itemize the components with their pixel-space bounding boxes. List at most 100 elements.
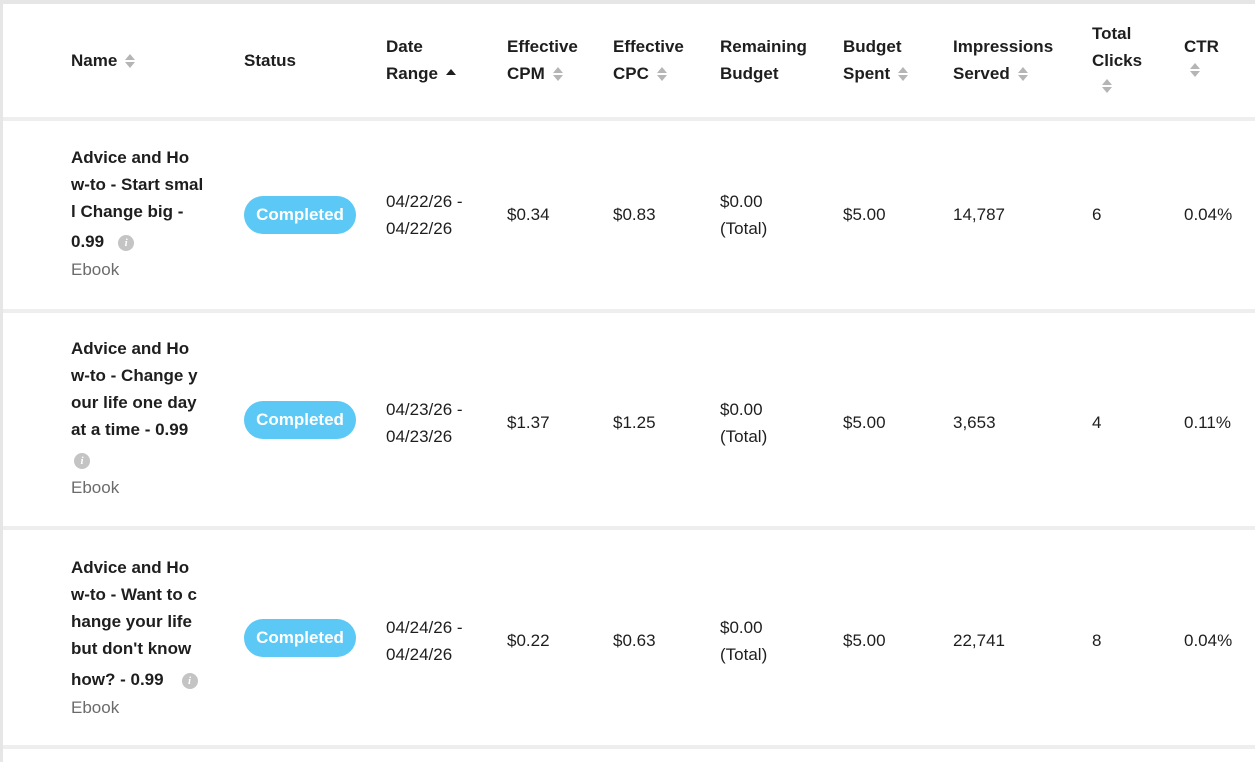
budget-spent-value: $5.00 [843,205,886,224]
column-header-remaining-budget: Remaining Budget [720,33,807,87]
column-header-ctr[interactable]: CTR [1184,33,1219,78]
column-header-impressions-served-label: Served [953,64,1010,83]
campaign-name-line: at a time - 0.99 [71,420,189,439]
total-clicks-value: 4 [1092,413,1102,432]
sort-icon[interactable] [125,53,136,69]
total-clicks-value: 8 [1092,631,1102,650]
date-range: 04/22/26 - 04/22/26 [386,188,463,242]
total-clicks-value: 6 [1092,205,1102,224]
column-header-effective-cpc-label: Effective [613,37,684,56]
effective-cpm-value: $1.37 [507,413,550,432]
ctr-value: 0.04% [1184,631,1233,650]
remaining-budget-amount: $0.00 [720,618,763,637]
column-header-date-range-label: Range [386,64,438,83]
column-header-status: Status [244,47,296,74]
campaign-name-line: Advice and Ho [71,558,190,577]
column-header-total-clicks-label: Clicks [1092,51,1143,70]
campaign-format: Ebook [71,698,120,717]
column-header-effective-cpm[interactable]: Effective CPM [507,33,578,87]
column-header-status-label: Status [244,51,296,70]
campaign-name-line: hange your life [71,612,192,631]
campaign-name: Advice and Ho w-to - Start smal l Change… [71,144,221,283]
campaign-name-line: but don't know [71,639,192,658]
table-row: Advice and Ho w-to - Start smal l Change… [3,121,1255,309]
column-header-budget-spent[interactable]: Budget Spent [843,33,909,87]
date-end: 04/22/26 [386,219,453,238]
column-header-effective-cpm-label: Effective [507,37,578,56]
column-header-budget-spent-label: Spent [843,64,891,83]
table-header: Name Status Date Range Effective CPM Eff… [3,4,1255,117]
column-header-date-range-label: Date [386,37,423,56]
column-header-remaining-budget-label: Remaining [720,37,807,56]
status-badge: Completed [244,196,356,234]
remaining-budget-note: (Total) [720,219,768,238]
date-end: 04/23/26 [386,427,453,446]
campaign-name-line: 0.99 [71,232,105,251]
campaign-name-line: w-to - Change y [71,366,198,385]
sort-icon[interactable] [1017,66,1028,82]
ctr-value: 0.11% [1184,413,1231,432]
campaign-format: Ebook [71,260,120,279]
date-range: 04/24/26 - 04/24/26 [386,614,463,668]
row-divider [3,745,1255,749]
info-icon[interactable]: i [74,453,90,469]
campaign-name-line: Advice and Ho [71,339,190,358]
date-range: 04/23/26 - 04/23/26 [386,396,463,450]
campaign-name-line: Advice and Ho [71,148,190,167]
campaign-name-line: our life one day [71,393,197,412]
column-header-effective-cpm-label: CPM [507,64,545,83]
sort-icon[interactable] [1190,62,1200,78]
budget-spent-value: $5.00 [843,631,886,650]
remaining-budget: $0.00 (Total) [720,188,767,242]
sort-ascending-icon[interactable] [445,65,456,81]
budget-spent-value: $5.00 [843,413,886,432]
effective-cpc-value: $0.83 [613,205,656,224]
info-icon[interactable]: i [181,673,198,689]
remaining-budget-note: (Total) [720,645,768,664]
sort-icon[interactable] [898,66,909,82]
column-header-total-clicks-label: Total [1092,24,1132,43]
column-header-impressions-served-label: Impressions [953,37,1054,56]
column-header-impressions-served[interactable]: Impressions Served [953,33,1053,87]
impressions-value: 22,741 [953,631,1005,650]
effective-cpc-value: $1.25 [613,413,656,432]
campaign-table: Name Status Date Range Effective CPM Eff… [3,4,1255,762]
column-header-date-range[interactable]: Date Range [386,33,456,87]
column-header-name[interactable]: Name [71,47,136,74]
column-header-remaining-budget-label: Budget [720,64,779,83]
column-header-effective-cpc-label: CPC [613,64,649,83]
column-header-effective-cpc[interactable]: Effective CPC [613,33,684,87]
campaign-name-line: how? - 0.99 [71,670,164,689]
campaign-format: Ebook [71,478,120,497]
column-header-name-label: Name [71,51,118,70]
column-header-budget-spent-label: Budget [843,37,902,56]
remaining-budget: $0.00 (Total) [720,396,767,450]
ctr-value: 0.04% [1184,205,1233,224]
remaining-budget-amount: $0.00 [720,400,763,419]
date-start: 04/22/26 - [386,192,463,211]
campaign-name-line: w-to - Start smal [71,175,204,194]
status-badge: Completed [244,619,356,657]
effective-cpc-value: $0.63 [613,631,656,650]
date-start: 04/23/26 - [386,400,463,419]
impressions-value: 3,653 [953,413,996,432]
sort-icon[interactable] [552,66,563,82]
campaign-name-line: l Change big - [71,202,184,221]
remaining-budget-note: (Total) [720,427,768,446]
date-end: 04/24/26 [386,645,453,664]
impressions-value: 14,787 [953,205,1005,224]
table-row: Advice and Ho w-to - Change y our life o… [3,313,1255,526]
campaign-name-line: w-to - Want to c [71,585,197,604]
campaign-name: Advice and Ho w-to - Change y our life o… [71,335,221,501]
column-header-total-clicks[interactable]: Total Clicks [1092,20,1142,94]
campaign-name: Advice and Ho w-to - Want to c hange you… [71,554,221,721]
table-row: Advice and Ho w-to - Want to c hange you… [3,530,1255,745]
status-badge: Completed [244,401,356,439]
effective-cpm-value: $0.34 [507,205,550,224]
remaining-budget: $0.00 (Total) [720,614,767,668]
column-header-ctr-label: CTR [1184,37,1219,56]
info-icon[interactable]: i [118,235,135,251]
remaining-budget-amount: $0.00 [720,192,763,211]
sort-icon[interactable] [1102,78,1112,94]
sort-icon[interactable] [656,66,667,82]
